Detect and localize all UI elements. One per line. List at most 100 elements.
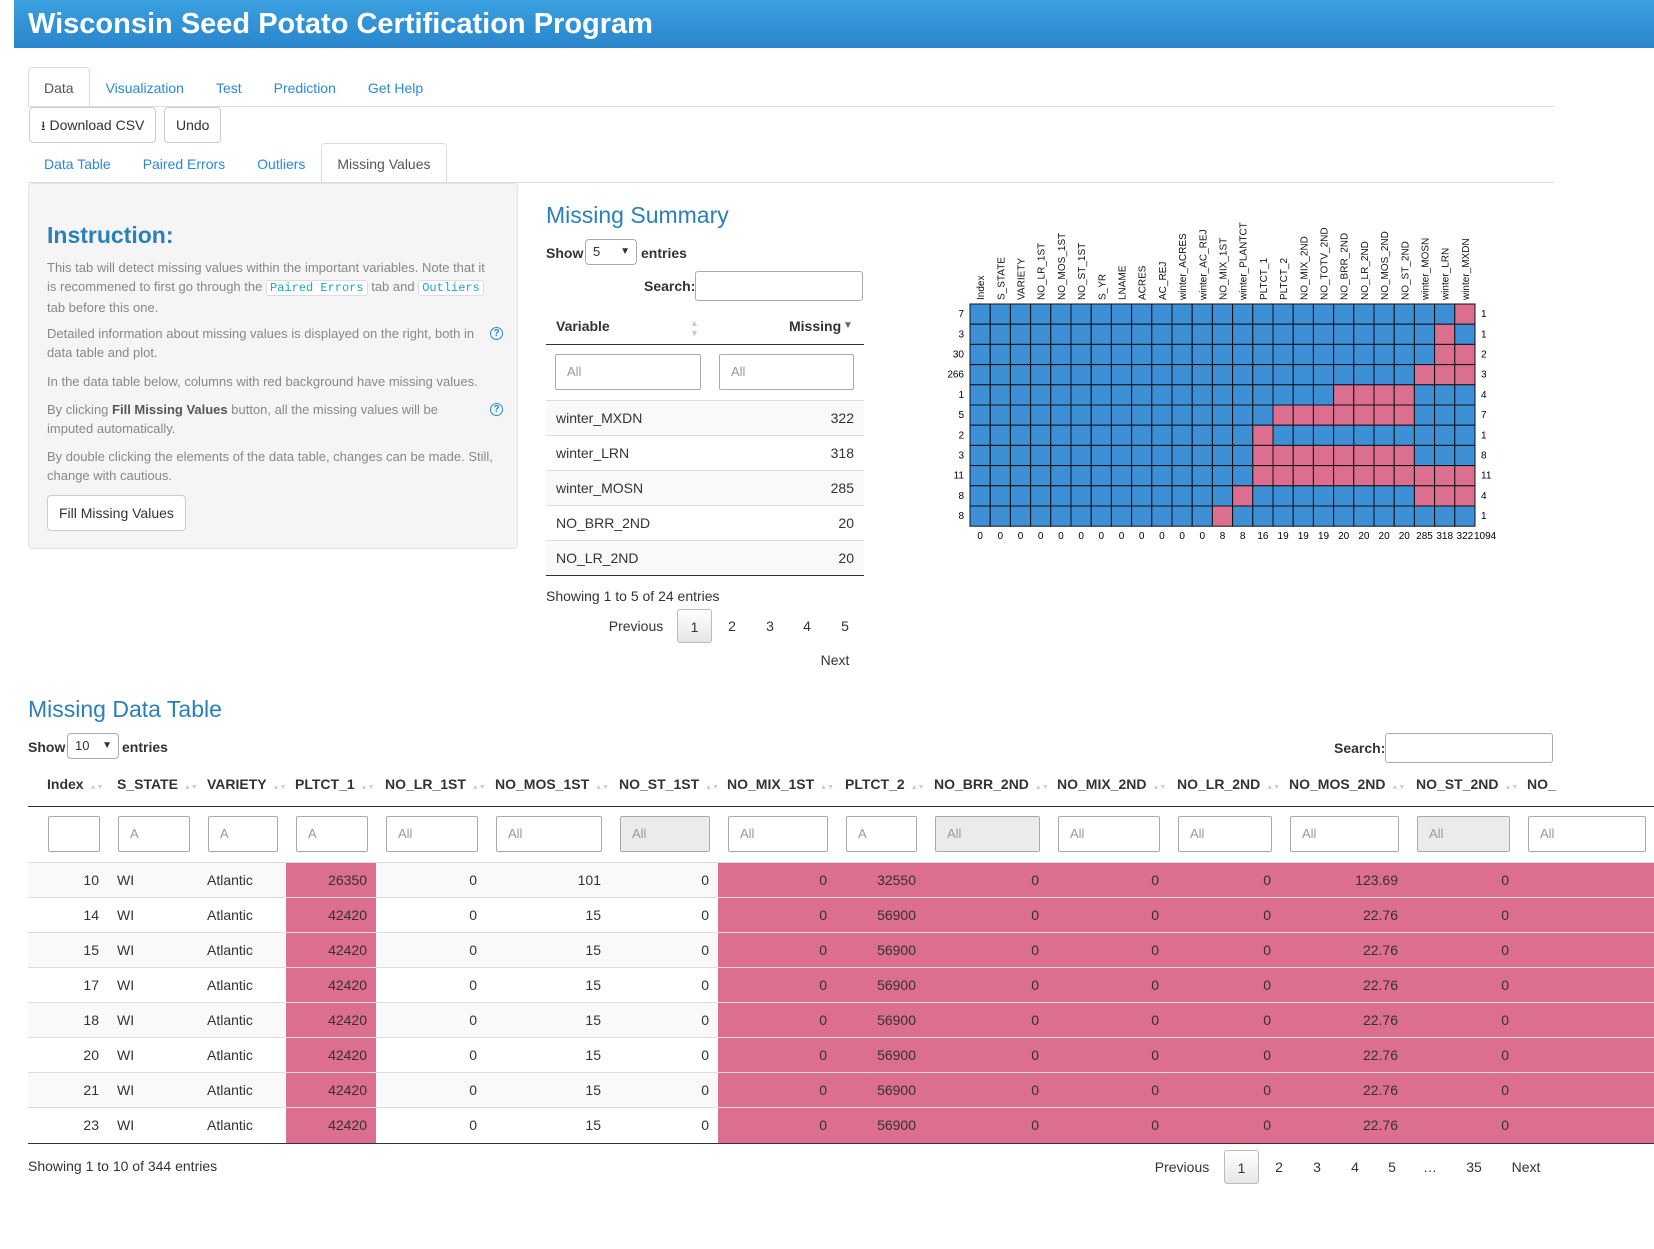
- tab-get-help[interactable]: Get Help: [352, 67, 439, 107]
- summary-col-missing[interactable]: Missing: [789, 318, 841, 334]
- table-cell[interactable]: 0: [1168, 1108, 1280, 1143]
- summary-filter-variable[interactable]: All: [555, 354, 701, 390]
- summary-page-3[interactable]: 3: [754, 609, 786, 643]
- column-header[interactable]: Index ▲▼: [47, 776, 103, 798]
- summary-page-5[interactable]: 5: [829, 609, 861, 643]
- table-cell[interactable]: 0: [718, 898, 836, 933]
- table-cell[interactable]: 0: [718, 863, 836, 898]
- column-header[interactable]: NO_LR_1ST ▲▼: [385, 776, 486, 798]
- table-cell[interactable]: 42420: [286, 1003, 376, 1038]
- table-cell[interactable]: 42420: [286, 1073, 376, 1108]
- table-cell[interactable]: 0: [376, 1038, 486, 1073]
- table-row[interactable]: 17 WI Atlantic 42420 0 15 0 0 56900 0 0 0 22.76 0: [28, 967, 1654, 1003]
- table-row[interactable]: 10 WI Atlantic 26350 0 101 0 0 32550 0 0 0 123.69 0: [28, 862, 1654, 898]
- table-cell[interactable]: 22.76: [1280, 1108, 1407, 1143]
- table-page-4[interactable]: 4: [1339, 1150, 1371, 1184]
- table-cell[interactable]: 123.69: [1280, 863, 1407, 898]
- table-cell[interactable]: 0: [1048, 968, 1168, 1003]
- table-cell[interactable]: 0: [610, 1108, 718, 1143]
- table-cell[interactable]: 0: [925, 1108, 1048, 1143]
- column-filter[interactable]: All: [1290, 816, 1399, 852]
- table-cell[interactable]: 0: [718, 968, 836, 1003]
- table-next-button[interactable]: Next: [1504, 1150, 1548, 1184]
- table-cell[interactable]: 15: [486, 1003, 610, 1038]
- summary-page-4[interactable]: 4: [791, 609, 823, 643]
- table-cell[interactable]: [1518, 1003, 1654, 1038]
- table-cell[interactable]: 15: [486, 933, 610, 968]
- summary-search-input[interactable]: [695, 271, 863, 301]
- table-cell[interactable]: WI: [108, 933, 198, 968]
- table-row[interactable]: 21 WI Atlantic 42420 0 15 0 0 56900 0 0 0 22.76 0: [28, 1072, 1654, 1108]
- column-filter[interactable]: A: [118, 816, 190, 852]
- table-row[interactable]: NO_BRR_2ND 20: [546, 505, 864, 540]
- table-cell[interactable]: [1518, 933, 1654, 968]
- table-cell[interactable]: 0: [1048, 1073, 1168, 1108]
- column-header[interactable]: NO_MIX_1ST ▲▼: [727, 776, 834, 798]
- table-cell[interactable]: 42420: [286, 933, 376, 968]
- table-search-input[interactable]: [1385, 733, 1553, 763]
- table-cell[interactable]: 56900: [836, 968, 925, 1003]
- table-cell[interactable]: 0: [1168, 898, 1280, 933]
- table-cell[interactable]: 15: [486, 968, 610, 1003]
- column-header[interactable]: NO_LR_2ND ▲▼: [1177, 776, 1280, 798]
- table-cell[interactable]: 0: [376, 1073, 486, 1108]
- tab-outliers[interactable]: Outliers: [241, 143, 321, 183]
- table-cell[interactable]: 56900: [836, 1003, 925, 1038]
- column-header[interactable]: NO_MOS_1ST ▲▼: [495, 776, 609, 798]
- table-cell[interactable]: 0: [1168, 1073, 1280, 1108]
- column-header[interactable]: NO_: [1527, 776, 1556, 798]
- table-cell[interactable]: 0: [1407, 1003, 1518, 1038]
- table-row[interactable]: 23 WI Atlantic 42420 0 15 0 0 56900 0 0 0 22.76 0: [28, 1107, 1654, 1143]
- table-cell[interactable]: 0: [1048, 1003, 1168, 1038]
- table-cell[interactable]: 15: [38, 933, 108, 968]
- table-cell[interactable]: 0: [376, 933, 486, 968]
- table-cell[interactable]: [1518, 1073, 1654, 1108]
- table-cell[interactable]: 0: [1168, 863, 1280, 898]
- column-filter[interactable]: All: [496, 816, 602, 852]
- table-row[interactable]: 18 WI Atlantic 42420 0 15 0 0 56900 0 0 0 22.76 0: [28, 1002, 1654, 1038]
- column-filter[interactable]: All: [386, 816, 478, 852]
- table-cell[interactable]: 22.76: [1280, 933, 1407, 968]
- table-cell[interactable]: 0: [610, 863, 718, 898]
- table-row[interactable]: 14 WI Atlantic 42420 0 15 0 0 56900 0 0 0 22.76 0: [28, 897, 1654, 933]
- table-page-2[interactable]: 2: [1263, 1150, 1295, 1184]
- fill-missing-values-button[interactable]: Fill Missing Values: [47, 495, 186, 531]
- table-cell[interactable]: 0: [925, 1038, 1048, 1073]
- table-cell[interactable]: 26350: [286, 863, 376, 898]
- table-cell[interactable]: 0: [925, 1003, 1048, 1038]
- table-cell[interactable]: [1518, 1108, 1654, 1143]
- column-header[interactable]: NO_MOS_2ND ▲▼: [1289, 776, 1405, 798]
- table-cell[interactable]: 0: [925, 968, 1048, 1003]
- table-cell[interactable]: 0: [1407, 863, 1518, 898]
- table-cell[interactable]: 0: [1048, 1108, 1168, 1143]
- table-cell[interactable]: 0: [610, 1003, 718, 1038]
- table-cell[interactable]: 0: [925, 933, 1048, 968]
- table-cell[interactable]: 0: [925, 863, 1048, 898]
- table-cell[interactable]: 42420: [286, 968, 376, 1003]
- table-cell[interactable]: 22.76: [1280, 898, 1407, 933]
- table-cell[interactable]: 0: [376, 968, 486, 1003]
- table-cell[interactable]: 0: [1168, 968, 1280, 1003]
- table-cell[interactable]: 56900: [836, 1073, 925, 1108]
- table-page-length-select[interactable]: 10 ▼: [67, 733, 119, 759]
- table-cell[interactable]: 0: [1407, 1038, 1518, 1073]
- table-cell[interactable]: 0: [610, 933, 718, 968]
- column-header[interactable]: S_STATE ▲▼: [117, 776, 198, 798]
- table-cell[interactable]: 0: [1168, 1003, 1280, 1038]
- table-cell[interactable]: 56900: [836, 898, 925, 933]
- tab-test[interactable]: Test: [200, 67, 258, 107]
- table-cell[interactable]: 15: [486, 1038, 610, 1073]
- tab-prediction[interactable]: Prediction: [258, 67, 352, 107]
- table-cell[interactable]: Atlantic: [198, 1073, 286, 1108]
- table-row[interactable]: winter_MOSN 285: [546, 470, 864, 505]
- table-cell[interactable]: [1518, 898, 1654, 933]
- table-cell[interactable]: Atlantic: [198, 1108, 286, 1143]
- tab-data-table[interactable]: Data Table: [28, 143, 127, 183]
- table-cell[interactable]: 22.76: [1280, 1073, 1407, 1108]
- table-cell[interactable]: Atlantic: [198, 933, 286, 968]
- column-header[interactable]: VARIETY ▲▼: [207, 776, 287, 798]
- summary-col-variable[interactable]: Variable: [556, 318, 610, 334]
- table-cell[interactable]: 0: [1048, 898, 1168, 933]
- table-cell[interactable]: 0: [1048, 933, 1168, 968]
- table-cell[interactable]: 0: [1168, 1038, 1280, 1073]
